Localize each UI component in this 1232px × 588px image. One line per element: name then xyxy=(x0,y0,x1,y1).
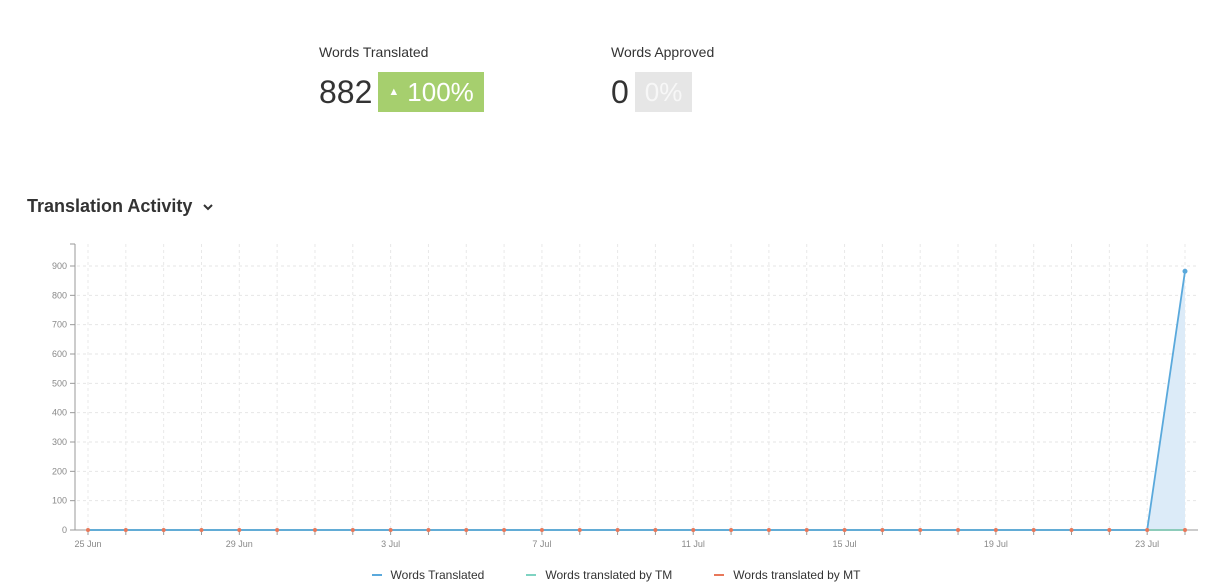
legend-swatch xyxy=(714,574,725,576)
words-approved-label: Words Approved xyxy=(611,44,715,60)
x-tick-label: 25 Jun xyxy=(74,539,101,549)
chart-legend: Words Translated Words translated by TM … xyxy=(0,568,1232,582)
legend-label: Words translated by MT xyxy=(733,568,861,582)
words-translated-point xyxy=(1182,268,1188,274)
mt-point xyxy=(993,528,998,532)
words-approved-change-badge: 0% xyxy=(634,72,693,112)
mt-point xyxy=(123,528,128,532)
legend-item-words-translated-by-tm[interactable]: Words translated by TM xyxy=(526,568,672,582)
arrow-up-icon: ▲ xyxy=(388,86,400,98)
words-approved-change: 0% xyxy=(644,77,683,107)
y-tick-label: 900 xyxy=(52,261,67,271)
legend-item-words-translated[interactable]: Words Translated xyxy=(371,568,485,582)
legend-label: Words translated by TM xyxy=(545,568,673,582)
legend-swatch xyxy=(526,574,537,576)
y-tick-label: 600 xyxy=(52,349,67,359)
words-approved-stat: Words Approved 0 0% xyxy=(611,44,714,112)
mt-point xyxy=(199,528,204,532)
y-tick-label: 500 xyxy=(52,378,67,388)
y-tick-label: 400 xyxy=(52,408,67,418)
words-translated-value: 882 xyxy=(319,74,373,110)
mt-point xyxy=(502,528,507,532)
mt-point xyxy=(804,528,809,532)
mt-point xyxy=(766,528,771,532)
mt-point xyxy=(275,528,280,532)
mt-point xyxy=(615,528,620,532)
y-tick-label: 800 xyxy=(52,290,67,300)
x-tick-label: 15 Jul xyxy=(833,539,857,549)
translation-activity-toggle[interactable]: Translation Activity xyxy=(27,196,214,217)
mt-point xyxy=(86,528,90,532)
mt-point xyxy=(577,528,582,532)
x-tick-label: 29 Jun xyxy=(226,539,253,549)
words-translated-change: 100% xyxy=(407,77,474,107)
mt-point xyxy=(237,528,242,532)
words-translated-label: Words Translated xyxy=(319,44,429,60)
y-tick-label: 0 xyxy=(62,525,67,535)
mt-point xyxy=(464,528,469,532)
x-tick-label: 23 Jul xyxy=(1135,539,1159,549)
mt-point xyxy=(729,528,734,532)
chevron-down-icon xyxy=(203,203,214,210)
mt-point xyxy=(1145,528,1150,532)
y-tick-label: 300 xyxy=(52,437,67,447)
mt-point xyxy=(880,528,885,532)
mt-point xyxy=(388,528,393,532)
mt-point xyxy=(842,528,847,532)
mt-point xyxy=(956,528,961,532)
y-tick-label: 100 xyxy=(52,496,67,506)
y-tick-label: 200 xyxy=(52,466,67,476)
words-translated-stat: Words Translated 882 ▲ 100% xyxy=(319,44,484,112)
x-tick-label: 11 Jul xyxy=(682,539,705,549)
legend-item-words-translated-by-mt[interactable]: Words translated by MT xyxy=(714,568,860,582)
x-tick-label: 19 Jul xyxy=(984,539,1008,549)
words-translated-change-badge: ▲ 100% xyxy=(378,72,484,112)
legend-swatch xyxy=(371,574,382,576)
translation-activity-chart: 0 100 200 300 400 500 600 700 800 900 25 Jun 29 Jun… xyxy=(52,243,1198,549)
mt-point xyxy=(1069,528,1074,532)
mt-point xyxy=(1107,528,1112,532)
x-tick-label: 3 Jul xyxy=(381,539,400,549)
mt-point xyxy=(653,528,658,532)
mt-point xyxy=(691,528,696,532)
mt-point xyxy=(1031,528,1036,532)
section-title: Translation Activity xyxy=(27,196,193,216)
legend-label: Words Translated xyxy=(390,568,485,582)
mt-point xyxy=(1183,528,1187,532)
mt-point xyxy=(426,528,431,532)
words-approved-value: 0 xyxy=(611,74,629,110)
mt-point xyxy=(539,528,544,532)
mt-point xyxy=(918,528,923,532)
y-tick-label: 700 xyxy=(52,320,67,330)
mt-point xyxy=(350,528,355,532)
mt-point xyxy=(312,528,317,532)
mt-point xyxy=(161,528,166,532)
x-tick-label: 7 Jul xyxy=(532,539,551,549)
series-line-0 xyxy=(88,271,1186,531)
